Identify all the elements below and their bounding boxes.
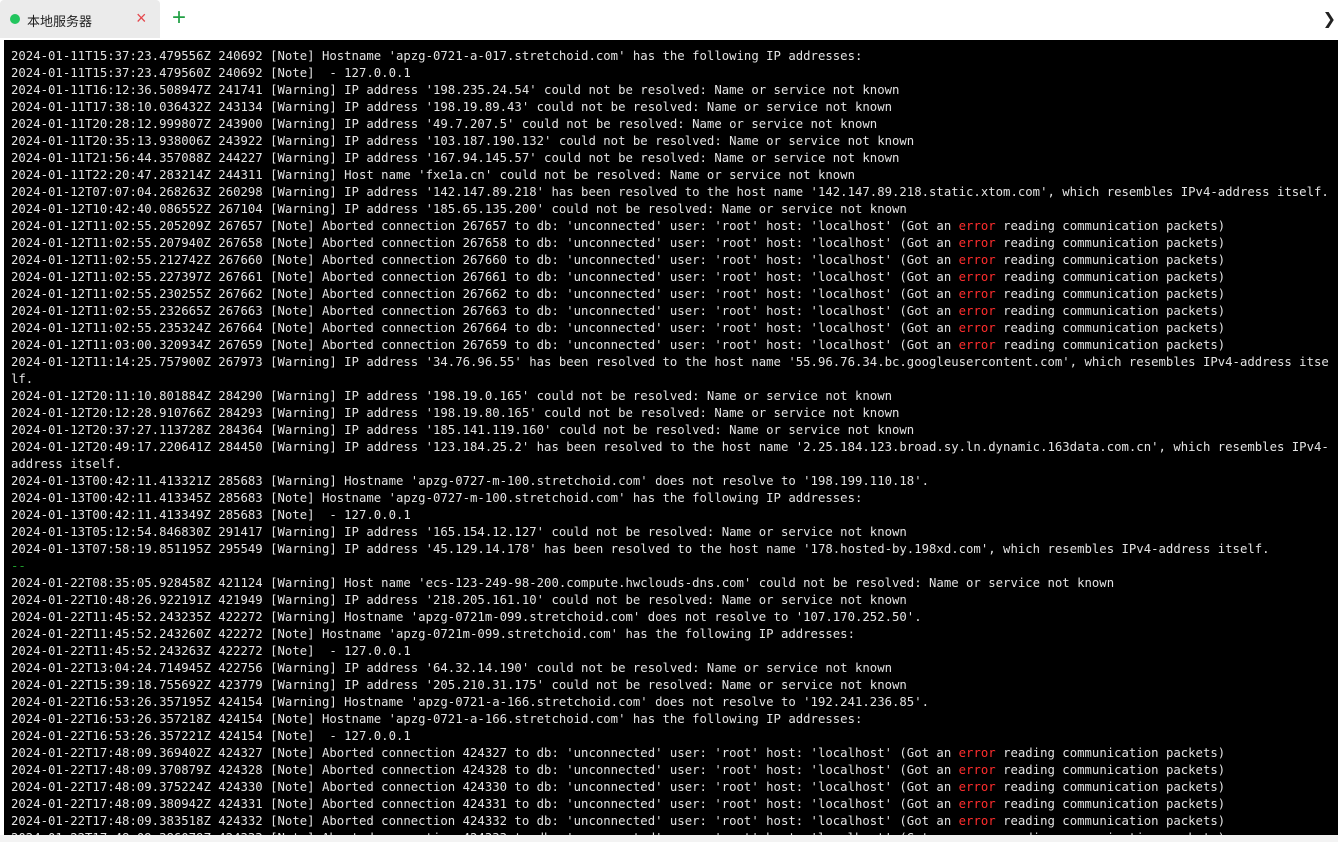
terminal-line: 2024-01-13T00:42:11.413321Z 285683 [Warn…	[11, 474, 930, 488]
terminal-line: 2024-01-22T17:48:09.383518Z 424332 [Note…	[11, 814, 1226, 828]
terminal-line: 2024-01-22T10:48:26.922191Z 421949 [Warn…	[11, 593, 907, 607]
terminal-line: 2024-01-12T11:14:25.757900Z 267973 [Warn…	[11, 355, 1329, 386]
terminal-line: 2024-01-13T00:42:11.413345Z 285683 [Note…	[11, 491, 863, 505]
terminal-line: 2024-01-12T11:02:55.235324Z 267664 [Note…	[11, 321, 1226, 335]
terminal-line: 2024-01-12T11:02:55.205209Z 267657 [Note…	[11, 219, 1226, 233]
terminal-line: 2024-01-13T05:12:54.846830Z 291417 [Warn…	[11, 525, 907, 539]
terminal-line: 2024-01-22T13:04:24.714945Z 422756 [Warn…	[11, 661, 892, 675]
terminal-line: 2024-01-11T15:37:23.479556Z 240692 [Note…	[11, 49, 863, 63]
terminal-line: 2024-01-11T21:56:44.357088Z 244227 [Warn…	[11, 151, 900, 165]
terminal-line: 2024-01-12T20:12:28.910766Z 284293 [Warn…	[11, 406, 900, 420]
terminal-line: 2024-01-11T16:12:36.508947Z 241741 [Warn…	[11, 83, 900, 97]
terminal-line: 2024-01-22T16:53:26.357221Z 424154 [Note…	[11, 729, 411, 743]
tab-label: 本地服务器	[27, 14, 93, 29]
close-icon[interactable]: ×	[136, 9, 147, 27]
terminal-line: 2024-01-12T10:42:40.086552Z 267104 [Warn…	[11, 202, 907, 216]
terminal-output: 2024-01-11T15:37:23.479556Z 240692 [Note…	[11, 48, 1336, 835]
terminal-line: 2024-01-12T07:07:04.268263Z 260298 [Warn…	[11, 185, 1329, 199]
error-keyword: error	[958, 253, 996, 267]
terminal-pane[interactable]: 2024-01-11T15:37:23.479556Z 240692 [Note…	[4, 40, 1338, 835]
tab-local-server[interactable]: 本地服务器 ×	[0, 0, 160, 38]
terminal-line: 2024-01-12T11:02:55.230255Z 267662 [Note…	[11, 287, 1226, 301]
error-keyword: error	[958, 797, 996, 811]
chevron-right-icon[interactable]: ❯	[1323, 9, 1336, 28]
terminal-line: 2024-01-12T20:37:27.113728Z 284364 [Warn…	[11, 423, 915, 437]
error-keyword: error	[958, 780, 996, 794]
add-tab-icon[interactable]: +	[172, 6, 186, 30]
terminal-line: 2024-01-22T17:48:09.370879Z 424328 [Note…	[11, 763, 1226, 777]
terminal-line: 2024-01-22T17:48:09.375224Z 424330 [Note…	[11, 780, 1226, 794]
connection-status-icon	[10, 14, 20, 24]
terminal-line: 2024-01-12T11:02:55.227397Z 267661 [Note…	[11, 270, 1226, 284]
terminal-line: 2024-01-22T15:39:18.755692Z 423779 [Warn…	[11, 678, 907, 692]
terminal-line: 2024-01-12T11:02:55.232665Z 267663 [Note…	[11, 304, 1226, 318]
terminal-line: 2024-01-11T22:20:47.283214Z 244311 [Warn…	[11, 168, 855, 182]
terminal-line: 2024-01-12T11:02:55.212742Z 267660 [Note…	[11, 253, 1226, 267]
terminal-line: 2024-01-22T11:45:52.243263Z 422272 [Note…	[11, 644, 411, 658]
terminal-line: 2024-01-12T11:02:55.207940Z 267658 [Note…	[11, 236, 1226, 250]
terminal-line: 2024-01-11T17:38:10.036432Z 243134 [Warn…	[11, 100, 892, 114]
terminal-line: 2024-01-11T20:35:13.938006Z 243922 [Warn…	[11, 134, 915, 148]
error-keyword: error	[958, 746, 996, 760]
terminal-line: 2024-01-12T11:03:00.320934Z 267659 [Note…	[11, 338, 1226, 352]
error-keyword: error	[958, 338, 996, 352]
error-keyword: error	[958, 321, 996, 335]
terminal-line: 2024-01-22T17:48:09.380942Z 424331 [Note…	[11, 797, 1226, 811]
terminal-line: 2024-01-22T11:45:52.243260Z 422272 [Note…	[11, 627, 855, 641]
error-keyword: error	[958, 219, 996, 233]
error-keyword: error	[958, 236, 996, 250]
terminal-line: 2024-01-11T15:37:23.479560Z 240692 [Note…	[11, 66, 411, 80]
terminal-line: 2024-01-12T20:11:10.801884Z 284290 [Warn…	[11, 389, 892, 403]
terminal-line: 2024-01-11T20:28:12.999807Z 243900 [Warn…	[11, 117, 878, 131]
terminal-line: 2024-01-12T20:49:17.220641Z 284450 [Warn…	[11, 440, 1329, 471]
error-keyword: error	[958, 270, 996, 284]
error-keyword: error	[958, 287, 996, 301]
terminal-line: --	[11, 559, 26, 573]
terminal-line: 2024-01-22T17:48:09.369402Z 424327 [Note…	[11, 746, 1226, 760]
terminal-line: 2024-01-22T16:53:26.357195Z 424154 [Warn…	[11, 695, 930, 709]
error-keyword: error	[958, 304, 996, 318]
terminal-line: 2024-01-22T16:53:26.357218Z 424154 [Note…	[11, 712, 863, 726]
terminal-line: 2024-01-22T08:35:05.928458Z 421124 [Warn…	[11, 576, 1115, 590]
terminal-line: 2024-01-22T11:45:52.243235Z 422272 [Warn…	[11, 610, 922, 624]
error-keyword: error	[958, 814, 996, 828]
error-keyword: error	[958, 763, 996, 777]
tab-bar: 本地服务器 × + ❯	[0, 0, 1338, 40]
terminal-line: 2024-01-13T00:42:11.413349Z 285683 [Note…	[11, 508, 411, 522]
terminal-line: 2024-01-13T07:58:19.851195Z 295549 [Warn…	[11, 542, 1270, 556]
window-bottom-border	[0, 835, 1338, 842]
